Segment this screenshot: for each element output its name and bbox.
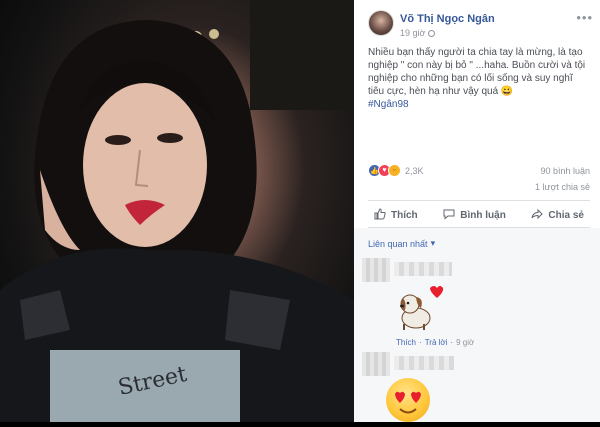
comments-count[interactable]: 90 bình luận	[540, 166, 590, 176]
post-stats: 👍 ♥ ᵕ 2,3K 90 bình luận	[368, 164, 590, 178]
heart-eyes-emoji-sticker	[386, 378, 430, 422]
comment-button[interactable]: Bình luận	[437, 204, 512, 226]
shares-count[interactable]: 1 lượt chia sẻ	[368, 182, 590, 192]
share-button[interactable]: Chia sẻ	[525, 204, 590, 226]
reaction-count[interactable]: 2,3K	[405, 166, 424, 176]
comment-reply-link[interactable]: Trả lời	[425, 338, 448, 347]
divider-top	[368, 200, 590, 201]
post-hashtag[interactable]: #Ngân98	[368, 98, 590, 111]
comment-sort-dropdown[interactable]: Liên quan nhất ▾	[368, 238, 435, 249]
commenter-name-blurred[interactable]	[394, 356, 454, 370]
reactions-summary[interactable]: 👍 ♥ ᵕ 2,3K	[368, 164, 424, 177]
comment-sort-label: Liên quan nhất	[368, 238, 428, 249]
commenter-avatar-blurred[interactable]	[362, 352, 390, 376]
speech-bubble-icon	[443, 208, 455, 223]
commenter-name-blurred[interactable]	[394, 262, 452, 276]
share-arrow-icon	[531, 208, 544, 223]
separator-dot: ·	[419, 338, 422, 347]
comments-section: Liên quan nhất ▾ Thích · Trả lời · 9 giờ	[354, 228, 600, 422]
comment-time[interactable]: 9 giờ	[456, 338, 474, 347]
post-photo[interactable]: Street	[0, 0, 354, 422]
like-button[interactable]: Thích	[368, 204, 424, 226]
globe-icon	[428, 29, 436, 37]
post-text: Nhiều bạn thấy người ta chia tay là mừng…	[368, 46, 590, 111]
like-label: Thích	[391, 209, 418, 221]
more-icon[interactable]: •••	[576, 10, 593, 25]
post-time[interactable]: 19 giờ	[400, 28, 425, 38]
post-body: Nhiều bạn thấy người ta chia tay là mừng…	[368, 47, 586, 97]
comment-like-link[interactable]: Thích	[396, 338, 416, 347]
thumbs-up-icon	[374, 207, 386, 223]
haha-reaction-icon: ᵕ	[388, 164, 401, 177]
dog-heart-sticker	[396, 284, 444, 337]
author-avatar[interactable]	[368, 10, 394, 36]
comment-label: Bình luận	[460, 209, 506, 221]
chevron-down-icon: ▾	[430, 238, 436, 248]
comment-actions: Thích · Trả lời · 9 giờ	[396, 338, 474, 347]
post-header: Võ Thị Ngọc Ngân 19 giờ •••	[368, 10, 593, 40]
post-meta: 19 giờ	[400, 28, 436, 38]
photo-illustration: Street	[0, 0, 354, 422]
post-panel: Võ Thị Ngọc Ngân 19 giờ ••• Nhiều bạn th…	[354, 0, 600, 422]
commenter-avatar-blurred[interactable]	[362, 258, 390, 282]
author-name[interactable]: Võ Thị Ngọc Ngân	[400, 13, 495, 25]
separator-dot: ·	[450, 338, 454, 347]
post-actions: Thích Bình luận Chia sẻ	[368, 204, 590, 226]
share-label: Chia sẻ	[548, 209, 584, 221]
